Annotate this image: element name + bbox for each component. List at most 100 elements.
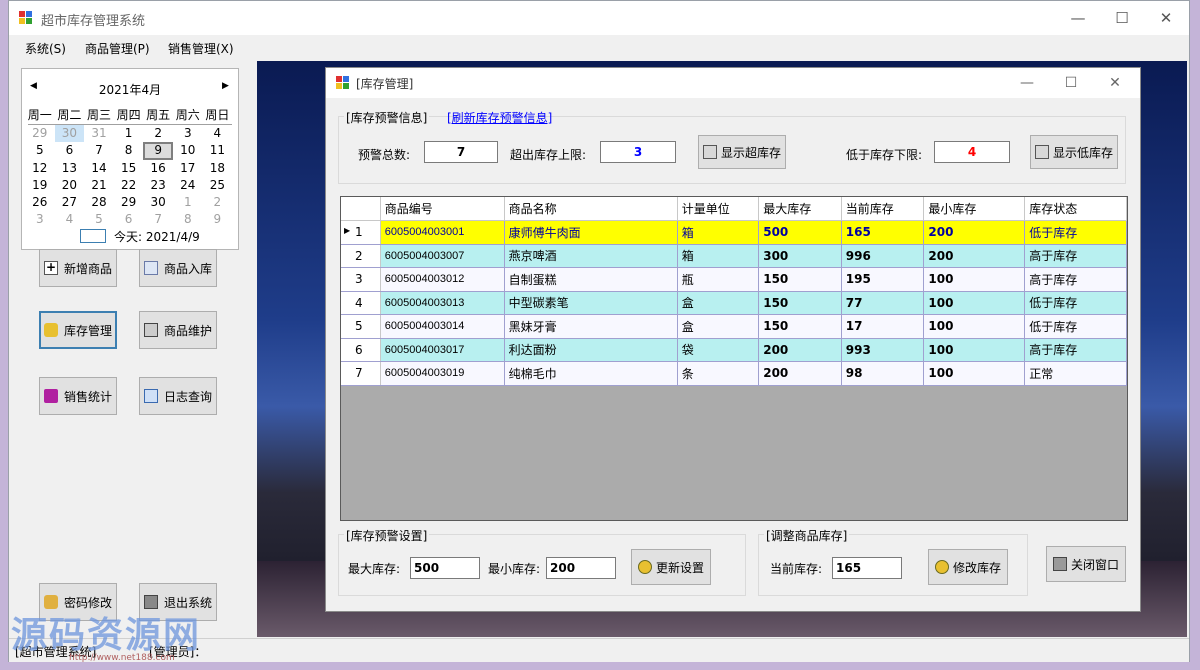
- row-header[interactable]: 2: [341, 244, 381, 268]
- table-row[interactable]: 3 6005004003012 自制蛋糕瓶 150 195 100 高于库存: [341, 267, 1127, 292]
- close-window-button[interactable]: 关闭窗口: [1046, 546, 1126, 582]
- row-header[interactable]: 3: [341, 267, 381, 292]
- cell-min[interactable]: 100: [923, 361, 1026, 386]
- column-header[interactable]: 最小库存: [923, 197, 1026, 221]
- calendar-day[interactable]: 29: [25, 125, 55, 142]
- row-header[interactable]: 6: [341, 338, 381, 362]
- column-header[interactable]: 当前库存: [841, 197, 925, 221]
- table-row[interactable]: 4 6005004003013 中型碳素笔盒 150 77 100 低于库存: [341, 291, 1127, 315]
- calendar-today[interactable]: 今天: 2021/4/9: [114, 228, 200, 245]
- calendar-day[interactable]: 7: [143, 211, 173, 228]
- calendar-day[interactable]: 18: [203, 160, 233, 177]
- cell-name[interactable]: 自制蛋糕: [504, 267, 678, 292]
- column-header[interactable]: 计量单位: [677, 197, 760, 221]
- calendar-day[interactable]: 4: [203, 125, 233, 142]
- cell-code[interactable]: 6005004003013: [380, 291, 505, 315]
- cell-cur[interactable]: 17: [841, 314, 925, 339]
- table-row[interactable]: 5 6005004003014 黑妹牙膏盒 150 17 100 低于库存: [341, 314, 1127, 339]
- calendar-day[interactable]: 3: [173, 125, 203, 142]
- cell-name[interactable]: 燕京啤酒: [504, 244, 678, 268]
- calendar-day[interactable]: 17: [173, 160, 203, 177]
- current-stock-input[interactable]: 165: [832, 557, 902, 579]
- calendar-day[interactable]: 26: [25, 194, 55, 211]
- calendar-day[interactable]: 8: [173, 211, 203, 228]
- calendar-day[interactable]: 4: [55, 211, 85, 228]
- table-row[interactable]: ▶ 1 6005004003001 康师傅牛肉面箱 500 165 200 低于库存: [341, 220, 1127, 245]
- calendar-day[interactable]: 28: [84, 194, 114, 211]
- calendar-day[interactable]: 3: [25, 211, 55, 228]
- cell-max[interactable]: 150: [758, 314, 842, 339]
- cell-code[interactable]: 6005004003001: [380, 220, 505, 245]
- cell-min[interactable]: 200: [923, 244, 1026, 268]
- cell-status[interactable]: 低于库存: [1024, 291, 1127, 315]
- cell-min[interactable]: 100: [923, 267, 1026, 292]
- cell-cur[interactable]: 195: [841, 267, 925, 292]
- calendar-day[interactable]: 9: [203, 211, 233, 228]
- row-header[interactable]: ▶ 1: [341, 220, 381, 245]
- calendar-day[interactable]: 31: [84, 125, 114, 142]
- calendar-day[interactable]: 14: [84, 160, 114, 177]
- show-over-button[interactable]: 显示超库存: [698, 135, 786, 169]
- maintain-button[interactable]: 商品维护: [139, 311, 217, 349]
- cell-status[interactable]: 低于库存: [1024, 314, 1127, 339]
- menu-system[interactable]: 系统(S): [25, 40, 66, 57]
- calendar-day[interactable]: 25: [203, 177, 233, 194]
- calendar-day[interactable]: 9: [143, 142, 173, 160]
- show-under-button[interactable]: 显示低库存: [1030, 135, 1118, 169]
- cell-name[interactable]: 利达面粉: [504, 338, 678, 362]
- cell-max[interactable]: 300: [758, 244, 842, 268]
- cell-status[interactable]: 高于库存: [1024, 338, 1127, 362]
- calendar-day[interactable]: 10: [173, 142, 203, 159]
- cell-max[interactable]: 200: [758, 361, 842, 386]
- cell-unit[interactable]: 箱: [677, 244, 760, 268]
- calendar-day[interactable]: 5: [25, 142, 55, 159]
- calendar-day[interactable]: 21: [84, 177, 114, 194]
- cell-unit[interactable]: 盒: [677, 291, 760, 315]
- column-header[interactable]: 商品编号: [380, 197, 505, 221]
- inventory-close-button[interactable]: ✕: [1100, 72, 1130, 94]
- cell-unit[interactable]: 瓶: [677, 267, 760, 292]
- table-row[interactable]: 6 6005004003017 利达面粉袋 200 993 100 高于库存: [341, 338, 1127, 362]
- cell-max[interactable]: 150: [758, 291, 842, 315]
- row-header[interactable]: 5: [341, 314, 381, 339]
- calendar-day[interactable]: 27: [55, 194, 85, 211]
- sales-stats-button[interactable]: 销售统计: [39, 377, 117, 415]
- table-row[interactable]: 2 6005004003007 燕京啤酒箱 300 996 200 高于库存: [341, 244, 1127, 268]
- calendar-month[interactable]: 2021年4月: [22, 81, 238, 98]
- next-month-icon[interactable]: ▶: [222, 81, 229, 91]
- over-limit-field[interactable]: 3: [600, 141, 676, 163]
- calendar-day[interactable]: 23: [143, 177, 173, 194]
- calendar-day[interactable]: 5: [84, 211, 114, 228]
- update-settings-button[interactable]: 更新设置: [631, 549, 711, 585]
- cell-status[interactable]: 正常: [1024, 361, 1127, 386]
- column-header[interactable]: 商品名称: [504, 197, 678, 221]
- calendar-day[interactable]: 20: [55, 177, 85, 194]
- calendar-day[interactable]: 19: [25, 177, 55, 194]
- max-stock-input[interactable]: 500: [410, 557, 480, 579]
- calendar-day[interactable]: 16: [143, 160, 173, 177]
- calendar-day[interactable]: 13: [55, 160, 85, 177]
- cell-cur[interactable]: 165: [841, 220, 925, 245]
- calendar-day[interactable]: 30: [54, 125, 85, 143]
- under-limit-field[interactable]: 4: [934, 141, 1010, 163]
- alert-total-field[interactable]: 7: [424, 141, 498, 163]
- calendar-day[interactable]: 29: [114, 194, 144, 211]
- cell-status[interactable]: 高于库存: [1024, 244, 1127, 268]
- menu-sales[interactable]: 销售管理(X): [168, 40, 234, 57]
- cell-status[interactable]: 低于库存: [1024, 220, 1127, 245]
- cell-code[interactable]: 6005004003014: [380, 314, 505, 339]
- cell-unit[interactable]: 条: [677, 361, 760, 386]
- cell-code[interactable]: 6005004003019: [380, 361, 505, 386]
- calendar-day[interactable]: 1: [173, 194, 203, 211]
- menu-product[interactable]: 商品管理(P): [85, 40, 150, 57]
- calendar-day[interactable]: 15: [114, 160, 144, 177]
- cell-min[interactable]: 100: [923, 338, 1026, 362]
- cell-max[interactable]: 500: [758, 220, 842, 245]
- stock-in-button[interactable]: 商品入库: [139, 249, 217, 287]
- add-product-button[interactable]: + 新增商品: [39, 249, 117, 287]
- cell-max[interactable]: 150: [758, 267, 842, 292]
- table-row[interactable]: 7 6005004003019 纯棉毛巾条 200 98 100 正常: [341, 361, 1127, 386]
- cell-max[interactable]: 200: [758, 338, 842, 362]
- cell-min[interactable]: 100: [923, 314, 1026, 339]
- inventory-minimize-button[interactable]: —: [1012, 72, 1042, 94]
